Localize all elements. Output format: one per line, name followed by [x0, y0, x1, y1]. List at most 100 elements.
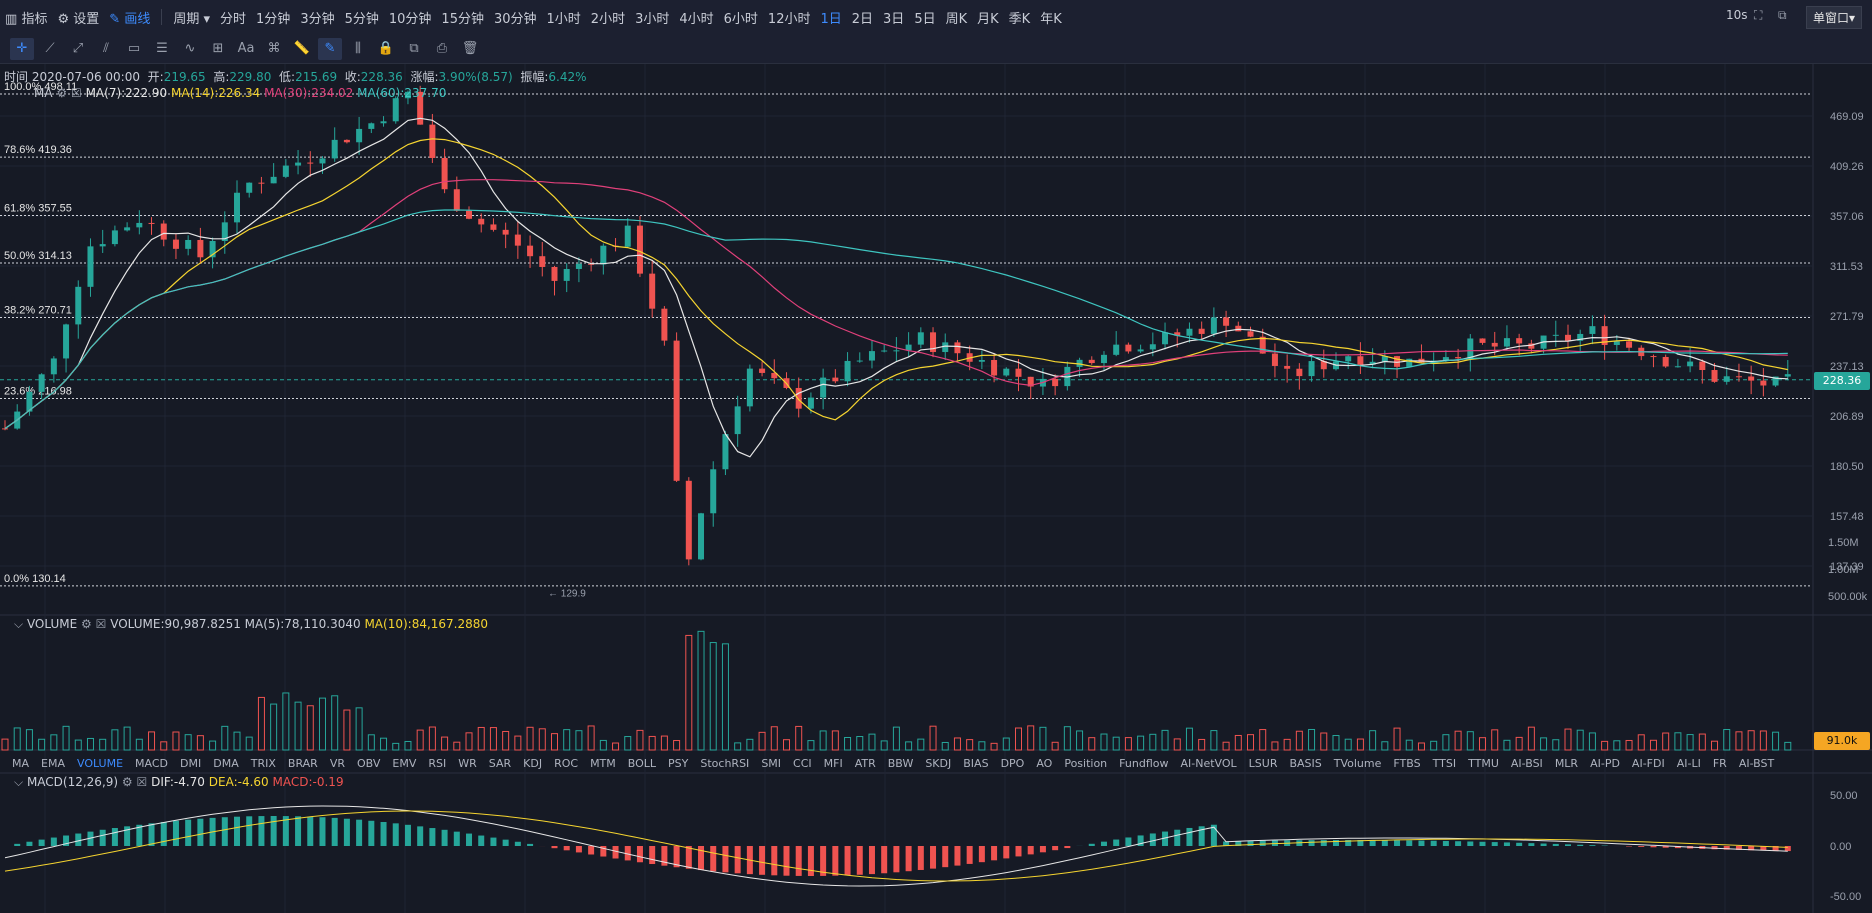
close-icon[interactable]: ☒: [71, 86, 82, 100]
close-icon[interactable]: ☒: [96, 617, 107, 631]
indicator-tab-10[interactable]: EMV: [392, 757, 416, 770]
indicator-tab-0[interactable]: MA: [12, 757, 29, 770]
indicator-tab-13[interactable]: SAR: [489, 757, 511, 770]
period-11[interactable]: 6小时: [719, 8, 763, 27]
indicator-tab-35[interactable]: FTBS: [1393, 757, 1420, 770]
indicator-tab-37[interactable]: TTMU: [1468, 757, 1499, 770]
period-4[interactable]: 10分钟: [384, 8, 437, 27]
trendline-icon[interactable]: ⟋: [38, 38, 62, 60]
indicator-tab-23[interactable]: ATR: [855, 757, 876, 770]
indicator-tab-2[interactable]: VOLUME: [77, 757, 123, 770]
refresh-interval[interactable]: 10s: [1726, 8, 1748, 22]
settings-button[interactable]: ⚙ 设置: [52, 8, 104, 27]
indicator-tab-4[interactable]: DMI: [180, 757, 201, 770]
measure-icon[interactable]: ⊞: [206, 38, 230, 60]
indicator-tab-15[interactable]: ROC: [554, 757, 578, 770]
ruler-icon[interactable]: 📏: [290, 38, 314, 60]
indicator-tab-39[interactable]: MLR: [1555, 757, 1578, 770]
period-dropdown[interactable]: 周期 ▾: [168, 8, 215, 27]
period-14[interactable]: 2日: [847, 8, 878, 27]
indicator-tab-6[interactable]: TRIX: [251, 757, 276, 770]
draw-button[interactable]: ✎ 画线: [104, 8, 155, 27]
indicator-tab-1[interactable]: EMA: [41, 757, 65, 770]
trash-icon[interactable]: 🗑: [458, 38, 482, 60]
indicator-tab-30[interactable]: Fundflow: [1119, 757, 1168, 770]
popout-icon[interactable]: ⧉: [1778, 8, 1787, 23]
collapse-icon[interactable]: ⌵: [14, 617, 23, 631]
screenshot-icon[interactable]: ⎙: [430, 38, 454, 60]
collapse-icon[interactable]: ⌵: [14, 775, 23, 789]
period-8[interactable]: 2小时: [586, 8, 630, 27]
indicator-tab-28[interactable]: AO: [1036, 757, 1052, 770]
indicator-tab-27[interactable]: DPO: [1001, 757, 1025, 770]
close-icon[interactable]: ☒: [137, 775, 148, 789]
settings-icon[interactable]: ⚙: [122, 775, 133, 789]
indicator-tab-5[interactable]: DMA: [213, 757, 239, 770]
indicator-tab-43[interactable]: FR: [1713, 757, 1727, 770]
period-2[interactable]: 3分钟: [295, 8, 339, 27]
settings-icon[interactable]: ⚙: [81, 617, 92, 631]
period-10[interactable]: 4小时: [674, 8, 718, 27]
indicator-tab-7[interactable]: BRAR: [288, 757, 318, 770]
indicator-tab-17[interactable]: BOLL: [628, 757, 656, 770]
period-6[interactable]: 30分钟: [489, 8, 542, 27]
indicator-tab-22[interactable]: MFI: [824, 757, 843, 770]
indicator-tab-20[interactable]: SMI: [761, 757, 781, 770]
indicator-tab-9[interactable]: OBV: [357, 757, 380, 770]
period-20[interactable]: 年K: [1035, 8, 1067, 27]
pen-icon[interactable]: ✎: [318, 37, 342, 60]
crosshair-icon[interactable]: ✛: [10, 37, 34, 60]
indicator-tab-34[interactable]: TVolume: [1334, 757, 1382, 770]
lock-icon[interactable]: 🔒: [374, 38, 398, 60]
indicator-tab-42[interactable]: AI-LI: [1677, 757, 1701, 770]
period-3[interactable]: 5分钟: [340, 8, 384, 27]
copy-icon[interactable]: ⧉: [402, 38, 426, 60]
indicator-tab-25[interactable]: SKDJ: [925, 757, 951, 770]
indicator-tab-31[interactable]: AI-NetVOL: [1180, 757, 1236, 770]
period-7[interactable]: 1小时: [542, 8, 586, 27]
indicator-tab-14[interactable]: KDJ: [523, 757, 542, 770]
indicator-tab-26[interactable]: BIAS: [963, 757, 988, 770]
period-15[interactable]: 3日: [878, 8, 909, 27]
indicator-tab-41[interactable]: AI-FDI: [1632, 757, 1665, 770]
period-19[interactable]: 季K: [1004, 8, 1036, 27]
volume-bar: [1576, 729, 1584, 751]
indicator-tab-18[interactable]: PSY: [668, 757, 688, 770]
wave-icon[interactable]: ∿: [178, 38, 202, 60]
rectangle-icon[interactable]: ▭: [122, 38, 146, 60]
period-9[interactable]: 3小时: [630, 8, 674, 27]
indicator-tab-12[interactable]: WR: [458, 757, 477, 770]
indicator-tab-33[interactable]: BASIS: [1289, 757, 1321, 770]
fib-levels-icon[interactable]: ☰: [150, 38, 174, 60]
indicator-button[interactable]: ▥ 指标: [0, 8, 52, 27]
indicator-tab-38[interactable]: AI-BSI: [1511, 757, 1543, 770]
indicator-tab-24[interactable]: BBW: [888, 757, 914, 770]
fullscreen-icon[interactable]: ⛶: [1754, 8, 1762, 23]
period-12[interactable]: 12小时: [763, 8, 816, 27]
magnet-icon[interactable]: ⌘: [262, 38, 286, 60]
indicator-tab-19[interactable]: StochRSI: [700, 757, 749, 770]
indicator-tab-3[interactable]: MACD: [135, 757, 168, 770]
period-5[interactable]: 15分钟: [436, 8, 489, 27]
period-1[interactable]: 1分钟: [251, 8, 295, 27]
indicator-tab-21[interactable]: CCI: [793, 757, 812, 770]
settings-icon[interactable]: ⚙: [56, 86, 67, 100]
hide-drawings-icon[interactable]: ⫼: [346, 38, 370, 60]
period-0[interactable]: 分时: [215, 8, 251, 27]
indicator-tab-29[interactable]: Position: [1064, 757, 1107, 770]
channel-icon[interactable]: ⫽: [94, 38, 118, 60]
indicator-tab-11[interactable]: RSI: [428, 757, 446, 770]
indicator-tab-8[interactable]: VR: [330, 757, 345, 770]
period-16[interactable]: 5日: [909, 8, 940, 27]
ray-icon[interactable]: ⤢: [66, 38, 90, 60]
indicator-tab-44[interactable]: AI-BST: [1739, 757, 1774, 770]
period-13[interactable]: 1日: [815, 8, 846, 27]
period-18[interactable]: 月K: [972, 8, 1004, 27]
indicator-tab-40[interactable]: AI-PD: [1590, 757, 1620, 770]
period-17[interactable]: 周K: [941, 8, 973, 27]
indicator-tab-16[interactable]: MTM: [590, 757, 616, 770]
text-icon[interactable]: Aa: [234, 38, 258, 60]
indicator-tab-32[interactable]: LSUR: [1249, 757, 1278, 770]
window-mode-dropdown[interactable]: 单窗口▾: [1806, 6, 1863, 29]
indicator-tab-36[interactable]: TTSI: [1433, 757, 1456, 770]
